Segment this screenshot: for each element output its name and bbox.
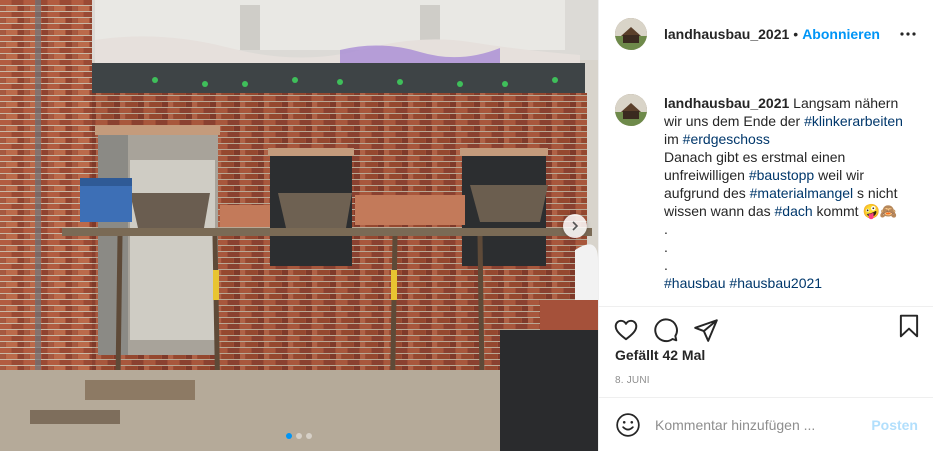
header-separator: • <box>793 26 799 42</box>
profile-picture <box>615 18 647 50</box>
add-comment-bar: Posten <box>599 397 933 451</box>
hashtag-link[interactable]: #erdgeschoss <box>683 131 770 147</box>
hashtag-link[interactable]: #hausbau2021 <box>729 275 822 291</box>
caption-line: wissen wann das <box>664 203 775 219</box>
hashtag-link[interactable]: #dach <box>775 203 813 219</box>
carousel-dot-active <box>286 433 292 439</box>
hashtag-link[interactable]: #klinkerarbeiten <box>804 113 903 129</box>
caption-username[interactable]: landhausbau_2021 <box>664 95 789 111</box>
carousel-dot <box>306 433 312 439</box>
caption-dot: . <box>664 257 668 273</box>
chevron-right-icon <box>572 221 579 231</box>
caption-line: Danach gibt es erstmal einen <box>664 149 846 165</box>
caption-dot: . <box>664 239 668 255</box>
caption-line: weil wir <box>814 167 865 183</box>
caption-line: kommt 🤪🙈 <box>812 203 898 219</box>
caption-line: unfreiwilligen <box>664 167 749 183</box>
post-header: landhausbau_2021 • Abonnieren <box>599 0 933 68</box>
comments-section: landhausbau_2021 Langsam nähern wir uns … <box>599 80 933 298</box>
comment-input[interactable] <box>655 416 855 433</box>
hashtag-link[interactable]: #hausbau <box>664 275 726 291</box>
post-photo[interactable] <box>0 0 598 451</box>
caption-line: aufgrund des <box>664 185 750 201</box>
likes-count[interactable]: Gefällt 42 Mal <box>615 347 705 363</box>
avatar[interactable] <box>615 94 647 126</box>
carousel-next-button[interactable] <box>563 214 587 238</box>
caption-dot: . <box>664 221 668 237</box>
more-options-button[interactable] <box>898 24 918 44</box>
caption-comment: landhausbau_2021 Langsam nähern wir uns … <box>599 80 933 292</box>
post-side-panel: landhausbau_2021 • Abonnieren landhausba… <box>598 0 933 451</box>
heart-icon[interactable] <box>613 317 639 343</box>
post-date[interactable]: 8. JUNI <box>615 375 650 386</box>
hashtag-link[interactable]: #materialmangel <box>750 185 854 201</box>
follow-button[interactable]: Abonnieren <box>802 26 880 42</box>
post-actions <box>599 306 933 346</box>
caption-line: im <box>664 131 683 147</box>
emoji-icon[interactable] <box>615 412 641 438</box>
post-comment-button[interactable]: Posten <box>871 417 918 433</box>
caption-text: landhausbau_2021 Langsam nähern wir uns … <box>664 94 914 292</box>
share-icon[interactable] <box>693 317 719 343</box>
hashtag-link[interactable]: #baustopp <box>749 167 814 183</box>
carousel-dot <box>296 433 302 439</box>
carousel-indicator <box>0 433 598 439</box>
comment-icon[interactable] <box>653 317 679 343</box>
caption-line: s nicht <box>853 185 898 201</box>
bookmark-icon[interactable] <box>896 313 922 339</box>
more-horizontal-icon <box>900 32 916 36</box>
post-author-username[interactable]: landhausbau_2021 <box>664 26 789 42</box>
construction-site-image <box>0 0 598 451</box>
caption-line: Langsam nähern <box>793 95 899 111</box>
avatar[interactable] <box>615 18 647 50</box>
caption-line: wir uns dem Ende der <box>664 113 805 129</box>
profile-picture <box>615 94 647 126</box>
